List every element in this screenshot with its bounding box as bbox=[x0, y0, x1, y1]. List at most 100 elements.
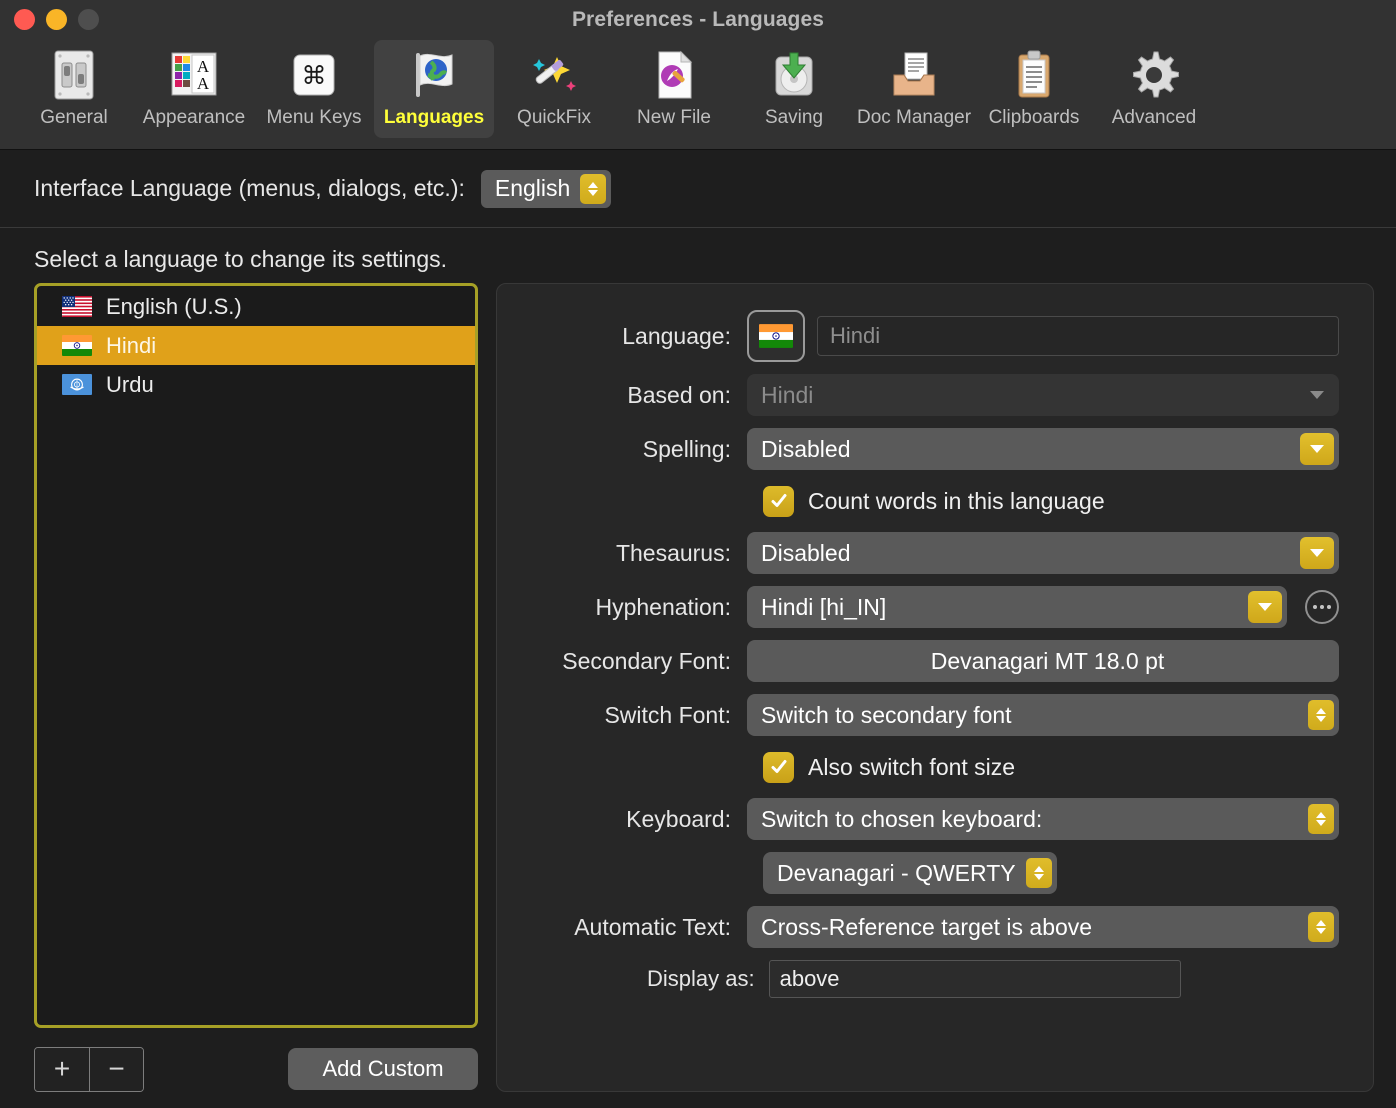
stepper-icon bbox=[1308, 912, 1334, 942]
secondary-font-label: Secondary Font: bbox=[562, 647, 731, 674]
un-flag-icon bbox=[62, 374, 92, 395]
hyphenation-value: Hindi [hi_IN] bbox=[761, 593, 887, 620]
toolbar-item-clipboards[interactable]: Clipboards bbox=[974, 40, 1094, 138]
panes: English (U.S.) Hindi Urdu + − Add Custom… bbox=[34, 283, 1374, 1108]
keyboard-row: Keyboard: Switch to chosen keyboard: bbox=[507, 798, 1339, 840]
automatic-text-dropdown[interactable]: Cross-Reference target is above bbox=[747, 906, 1339, 948]
display-as-row: Display as: above bbox=[507, 960, 1339, 998]
display-as-field[interactable]: above bbox=[768, 960, 1181, 998]
language-label: Language: bbox=[622, 322, 731, 349]
gear-icon bbox=[1128, 46, 1180, 104]
keyboard-layout-row: Devanagari - QWERTY bbox=[507, 852, 1339, 894]
svg-text:A: A bbox=[197, 74, 210, 93]
interface-language-popup[interactable]: English bbox=[480, 169, 612, 208]
hyphenation-label: Hyphenation: bbox=[595, 593, 731, 620]
automatic-text-row: Automatic Text: Cross-Reference target i… bbox=[507, 906, 1339, 948]
content-area: Select a language to change its settings… bbox=[0, 228, 1396, 1108]
chevron-down-icon bbox=[1310, 391, 1324, 399]
toolbar-item-label: Clipboards bbox=[988, 107, 1080, 128]
toolbar-item-general[interactable]: General bbox=[14, 40, 134, 138]
interface-language-label: Interface Language (menus, dialogs, etc.… bbox=[34, 175, 465, 201]
switch-font-row: Switch Font: Switch to secondary font bbox=[507, 694, 1339, 736]
list-action-buttons: + − Add Custom bbox=[34, 1046, 478, 1092]
toggle-switch-icon bbox=[50, 46, 98, 104]
toolbar-item-label: New File bbox=[637, 107, 711, 128]
stepper-icon bbox=[1308, 700, 1334, 730]
add-custom-button[interactable]: Add Custom bbox=[288, 1048, 478, 1090]
save-disk-icon bbox=[770, 46, 818, 104]
based-on-value: Hindi bbox=[761, 381, 814, 408]
toolbar-item-label: Saving bbox=[764, 107, 824, 128]
toolbar-item-label: Doc Manager bbox=[856, 107, 972, 128]
language-row: Language: Hindi bbox=[507, 310, 1339, 362]
thesaurus-row: Thesaurus: Disabled bbox=[507, 532, 1339, 574]
instruction-text: Select a language to change its settings… bbox=[34, 246, 448, 272]
list-item[interactable]: Hindi bbox=[37, 326, 475, 365]
more-options-button[interactable] bbox=[1305, 590, 1339, 624]
new-document-icon bbox=[651, 46, 697, 104]
spelling-label: Spelling: bbox=[642, 435, 731, 462]
language-list[interactable]: English (U.S.) Hindi Urdu bbox=[34, 283, 478, 1028]
display-as-label: Display as: bbox=[647, 966, 755, 991]
based-on-row: Based on: Hindi bbox=[507, 374, 1339, 416]
magic-wand-icon bbox=[527, 46, 581, 104]
count-words-checkbox[interactable] bbox=[763, 485, 794, 517]
chevron-down-icon bbox=[1248, 591, 1282, 623]
remove-language-button[interactable]: − bbox=[89, 1047, 143, 1091]
add-remove-segmented-control: + − bbox=[34, 1046, 144, 1092]
toolbar-item-menu-keys[interactable]: ⌘ Menu Keys bbox=[254, 40, 374, 138]
color-palette-a-icon: A A bbox=[168, 46, 220, 104]
automatic-text-value: Cross-Reference target is above bbox=[761, 913, 1093, 940]
chevron-down-icon bbox=[1300, 537, 1334, 569]
command-key-icon: ⌘ bbox=[289, 46, 339, 104]
spelling-dropdown[interactable]: Disabled bbox=[747, 428, 1339, 470]
add-language-button[interactable]: + bbox=[35, 1047, 89, 1091]
interface-language-row: Interface Language (menus, dialogs, etc.… bbox=[0, 150, 1396, 228]
keyboard-mode-dropdown[interactable]: Switch to chosen keyboard: bbox=[747, 798, 1339, 840]
toolbar-item-label: Languages bbox=[383, 107, 485, 128]
toolbar-item-quickfix[interactable]: QuickFix bbox=[494, 40, 614, 138]
language-name-field[interactable]: Hindi bbox=[817, 316, 1339, 356]
also-switch-font-size-label: Also switch font size bbox=[808, 753, 1016, 780]
also-switch-font-size-checkbox[interactable] bbox=[763, 751, 794, 783]
thesaurus-label: Thesaurus: bbox=[615, 539, 731, 566]
list-item-label: English (U.S.) bbox=[106, 293, 242, 319]
secondary-font-button[interactable]: Devanagari MT 18.0 pt bbox=[747, 640, 1339, 682]
toolbar-item-languages[interactable]: Languages bbox=[374, 40, 494, 138]
list-item-label: Hindi bbox=[106, 332, 157, 358]
document-tray-icon bbox=[888, 46, 940, 104]
keyboard-mode-value: Switch to chosen keyboard: bbox=[761, 805, 1043, 832]
zoom-button bbox=[78, 9, 99, 30]
preferences-toolbar: General A A Appearance ⌘ Menu Keys Langu… bbox=[0, 40, 1396, 150]
keyboard-layout-dropdown[interactable]: Devanagari - QWERTY bbox=[763, 852, 1057, 894]
toolbar-item-label: QuickFix bbox=[517, 107, 591, 128]
thesaurus-dropdown[interactable]: Disabled bbox=[747, 532, 1339, 574]
also-switch-font-size-row: Also switch font size bbox=[507, 748, 1339, 786]
toolbar-item-label: General bbox=[40, 107, 108, 128]
toolbar-item-doc-manager[interactable]: Doc Manager bbox=[854, 40, 974, 138]
count-words-row: Count words in this language bbox=[507, 482, 1339, 520]
minimize-button[interactable] bbox=[46, 9, 67, 30]
language-flag-button[interactable] bbox=[747, 310, 805, 362]
keyboard-label: Keyboard: bbox=[626, 805, 731, 832]
hyphenation-dropdown[interactable]: Hindi [hi_IN] bbox=[747, 586, 1287, 628]
toolbar-item-label: Menu Keys bbox=[266, 107, 362, 128]
hyphenation-row: Hyphenation: Hindi [hi_IN] bbox=[507, 586, 1339, 628]
close-button[interactable] bbox=[14, 9, 35, 30]
list-item[interactable]: English (U.S.) bbox=[37, 287, 475, 326]
stepper-icon bbox=[1025, 858, 1052, 888]
india-flag-icon bbox=[759, 324, 793, 348]
count-words-label: Count words in this language bbox=[808, 487, 1105, 514]
based-on-label: Based on: bbox=[627, 381, 731, 408]
toolbar-item-new-file[interactable]: New File bbox=[614, 40, 734, 138]
toolbar-item-saving[interactable]: Saving bbox=[734, 40, 854, 138]
switch-font-dropdown[interactable]: Switch to secondary font bbox=[747, 694, 1339, 736]
toolbar-item-appearance[interactable]: A A Appearance bbox=[134, 40, 254, 138]
stepper-icon bbox=[1308, 804, 1334, 834]
keyboard-layout-value: Devanagari - QWERTY bbox=[777, 859, 1016, 886]
toolbar-item-advanced[interactable]: Advanced bbox=[1094, 40, 1214, 138]
automatic-text-label: Automatic Text: bbox=[574, 913, 731, 940]
switch-font-value: Switch to secondary font bbox=[761, 701, 1012, 728]
list-item[interactable]: Urdu bbox=[37, 365, 475, 404]
stepper-icon bbox=[580, 173, 607, 204]
